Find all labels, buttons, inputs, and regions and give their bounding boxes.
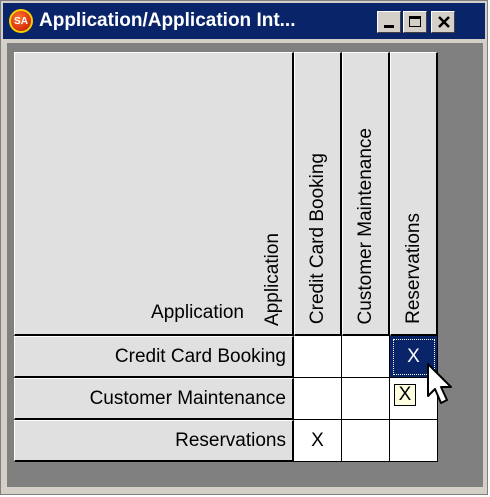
matrix-cell[interactable] [342,378,390,420]
maximize-icon [409,16,421,27]
cell-mark: X [394,384,416,406]
column-header-reservations[interactable]: Reservations [390,52,438,336]
cell-mark: X [311,429,324,451]
matrix-cell[interactable] [294,336,342,378]
mouse-pointer-icon [427,363,452,404]
row-header-reservations[interactable]: Reservations [14,420,294,462]
matrix-cell[interactable]: X [294,420,342,462]
row-header-label: Customer Maintenance [89,387,286,409]
minimize-button[interactable] [377,11,401,33]
row-header-credit-card-booking[interactable]: Credit Card Booking [14,336,294,378]
column-axis-label: Application [262,233,283,326]
matrix-corner-header: Application Application [14,52,294,336]
row-header-label: Credit Card Booking [114,345,286,367]
matrix-cell[interactable] [342,420,390,462]
maximize-button[interactable] [403,11,427,33]
column-header-credit-card-booking[interactable]: Credit Card Booking [294,52,342,336]
sa-app-icon: SA [9,9,33,33]
matrix-cell[interactable] [342,336,390,378]
title-bar[interactable]: SA Application/Application Int... [3,3,485,39]
matrix-cell[interactable] [390,420,438,462]
minimize-icon [384,25,394,28]
row-header-customer-maintenance[interactable]: Customer Maintenance [14,378,294,420]
column-header-customer-maintenance[interactable]: Customer Maintenance [342,52,390,336]
column-header-label: Credit Card Booking [306,152,328,324]
row-header-label: Reservations [175,429,286,451]
matrix-cell[interactable] [294,378,342,420]
window-title: Application/Application Int... [39,10,296,31]
column-header-label: Reservations [402,213,424,324]
column-header-label: Customer Maintenance [354,127,376,324]
close-button[interactable] [431,11,455,33]
close-icon [438,16,450,28]
row-axis-label: Application [151,302,244,323]
